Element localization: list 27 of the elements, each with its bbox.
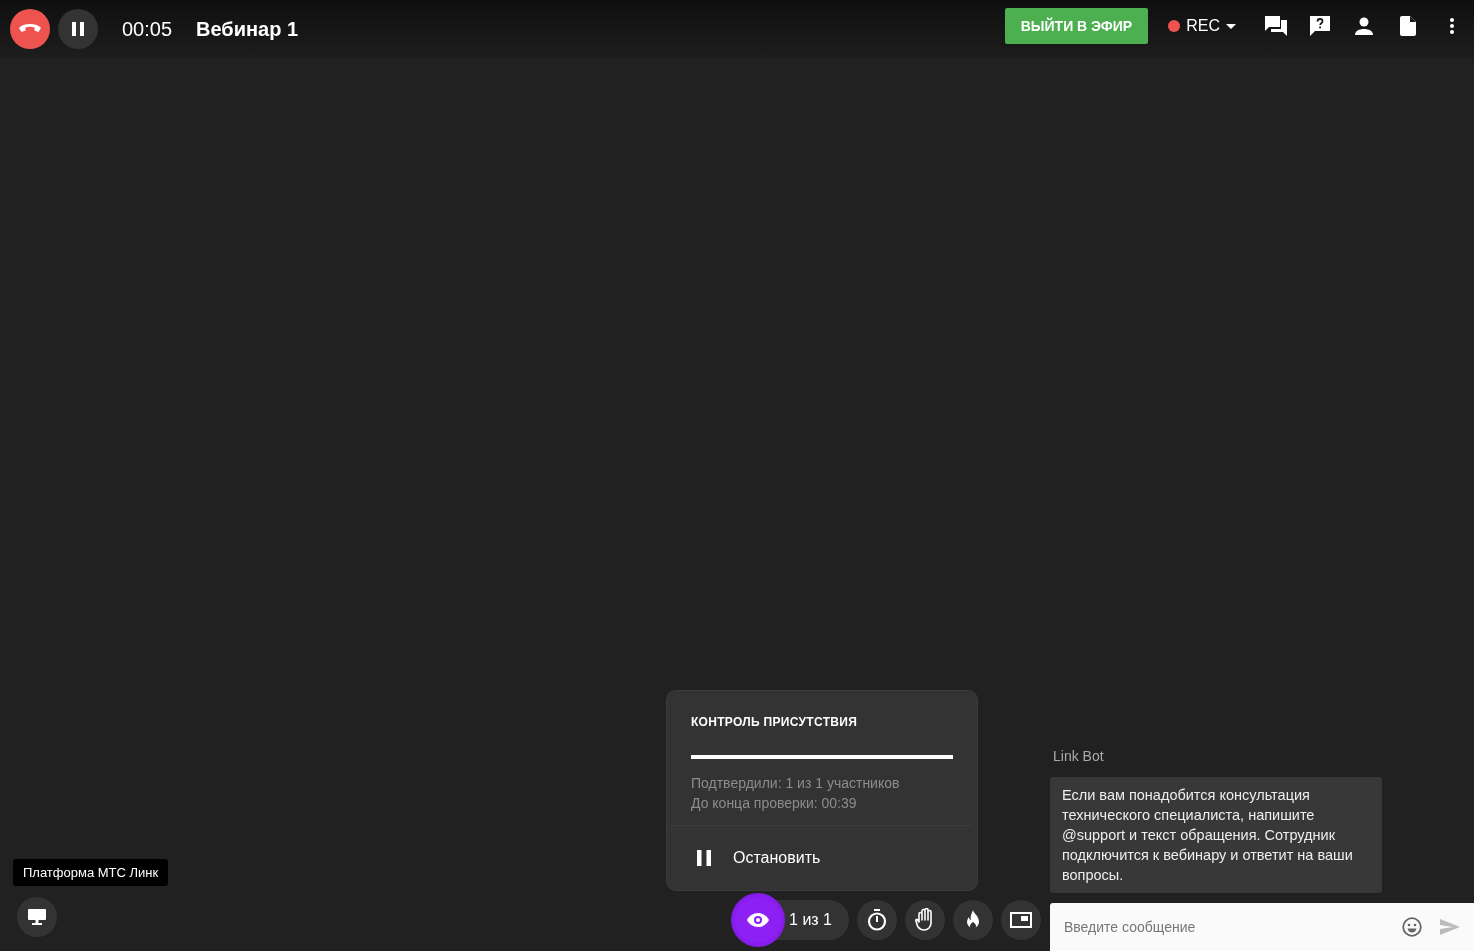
stopwatch-icon[interactable]	[857, 900, 897, 940]
timer: 00:05	[122, 17, 173, 41]
popup-title: КОНТРОЛЬ ПРИСУТСТВИЯ	[691, 715, 859, 729]
webinar-title: Вебинар 1	[196, 17, 299, 41]
pause-icon	[697, 850, 711, 866]
raised-hand-icon[interactable]	[905, 900, 945, 940]
confirmed-count: Подтвердили: 1 из 1 участников	[691, 774, 901, 793]
picture-in-picture-icon[interactable]	[1001, 900, 1041, 940]
presence-check-button[interactable]	[731, 893, 786, 947]
caret-icon	[1226, 23, 1236, 29]
remaining-time: До конца проверки: 00:39	[691, 794, 858, 813]
pause-icon	[72, 22, 84, 36]
screen-button[interactable]	[17, 897, 57, 937]
message-field[interactable]: Введите сообщение	[1050, 903, 1474, 951]
record-button[interactable]: REC	[1168, 17, 1236, 35]
emoji-icon[interactable]	[1402, 917, 1422, 937]
pause-button[interactable]	[58, 9, 98, 49]
flame-icon[interactable]	[953, 900, 993, 940]
end-call-button[interactable]	[10, 9, 50, 49]
eye-icon	[747, 913, 770, 927]
phone-hangup-icon	[18, 23, 42, 35]
message-sender: Link Bot	[1053, 748, 1105, 764]
message-input[interactable]: Введите сообщение	[1062, 918, 1384, 936]
monitor-icon	[28, 909, 46, 925]
stop-button[interactable]: Остановить	[691, 826, 827, 890]
chat-message: Если вам понадобится консультация технического специалиста, напишите @support и текст обращения. Сотрудник подключится к вебинару и ответит на ваши вопросы.	[1050, 777, 1382, 893]
tooltip: Платформа МТС Линк	[13, 859, 169, 886]
